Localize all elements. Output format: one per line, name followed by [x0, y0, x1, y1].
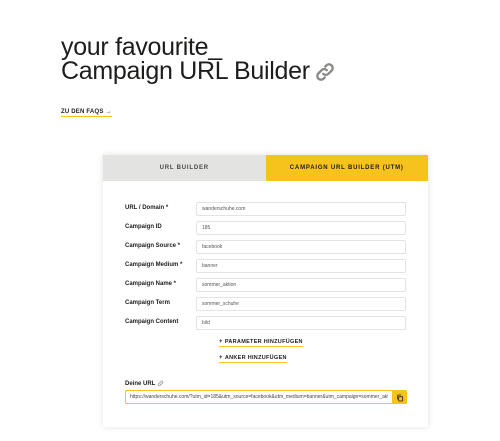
plus-icon: +	[219, 339, 223, 345]
field-label: Campaign Medium *	[125, 262, 183, 268]
builder-card: URL BUILDER CAMPAIGN URL BUILDER (UTM) U…	[103, 155, 428, 427]
field-campaign-id: Campaign ID	[125, 221, 406, 235]
field-label: Campaign Term	[125, 300, 170, 306]
campaign-source-input[interactable]	[196, 240, 406, 254]
field-campaign-medium: Campaign Medium *	[125, 259, 406, 273]
result-label: Deine URL	[125, 380, 164, 387]
add-parameter-button[interactable]: + PARAMETER HINZUFÜGEN	[219, 339, 303, 347]
copy-icon	[396, 390, 404, 405]
campaign-name-input[interactable]	[196, 278, 406, 292]
page-title: your favourite_ Campaign URL Builder	[61, 33, 336, 85]
campaign-id-input[interactable]	[196, 221, 406, 235]
result-url-box	[125, 390, 407, 404]
tab-bar: URL BUILDER CAMPAIGN URL BUILDER (UTM)	[103, 155, 428, 181]
field-label: Campaign ID	[125, 224, 162, 230]
title-text: Campaign URL Builder	[61, 57, 310, 85]
link-icon	[314, 61, 336, 83]
title-line-2: Campaign URL Builder	[61, 57, 336, 85]
copy-button[interactable]	[392, 390, 407, 404]
field-campaign-source: Campaign Source *	[125, 240, 406, 254]
campaign-term-input[interactable]	[196, 297, 406, 311]
field-url-domain: URL / Domain *	[125, 202, 406, 216]
field-campaign-name: Campaign Name *	[125, 278, 406, 292]
plus-icon: +	[219, 355, 223, 361]
field-label: Campaign Name *	[125, 281, 177, 287]
title-line-1: your favourite_	[61, 33, 222, 61]
add-anchor-label: ANKER HINZUFÜGEN	[224, 355, 287, 361]
field-campaign-content: Campaign Content	[125, 316, 406, 330]
result-label-text: Deine URL	[125, 381, 156, 388]
tab-url-builder[interactable]: URL BUILDER	[103, 155, 266, 181]
faq-link[interactable]: ZU DEN FAQS →	[61, 109, 112, 117]
field-label: URL / Domain *	[125, 205, 169, 211]
add-parameter-label: PARAMETER HINZUFÜGEN	[224, 339, 303, 345]
add-anchor-button[interactable]: + ANKER HINZUFÜGEN	[219, 355, 287, 363]
campaign-content-input[interactable]	[196, 316, 406, 330]
field-label: Campaign Content	[125, 319, 179, 325]
url-domain-input[interactable]	[196, 202, 406, 216]
field-campaign-term: Campaign Term	[125, 297, 406, 311]
result-url-field[interactable]	[126, 391, 392, 403]
field-label: Campaign Source *	[125, 243, 181, 249]
campaign-medium-input[interactable]	[196, 259, 406, 273]
link-icon	[157, 380, 164, 387]
tab-campaign-url-builder[interactable]: CAMPAIGN URL BUILDER (UTM)	[265, 155, 428, 181]
